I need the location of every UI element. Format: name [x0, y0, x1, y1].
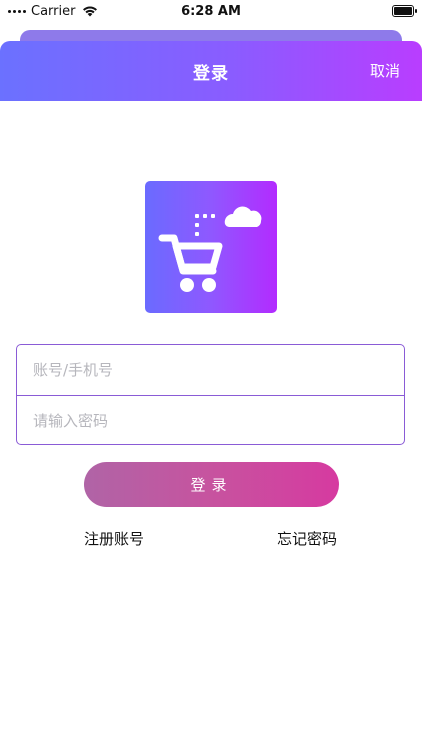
app-logo: [145, 181, 277, 313]
status-right: [392, 5, 422, 17]
login-button[interactable]: 登录: [84, 462, 339, 507]
shopping-cart-cloud-icon: [158, 206, 262, 292]
account-input[interactable]: [17, 345, 404, 395]
battery-icon: [392, 5, 417, 17]
wifi-icon: [83, 6, 98, 17]
signal-icon: [8, 9, 26, 13]
cancel-button[interactable]: 取消: [370, 41, 400, 101]
status-left: Carrier: [0, 4, 98, 19]
carrier-label: Carrier: [31, 3, 76, 19]
forgot-password-link[interactable]: 忘记密码: [277, 528, 337, 549]
login-form: [16, 344, 405, 446]
page-title: 登录: [193, 63, 229, 84]
password-input[interactable]: [17, 396, 404, 446]
status-bar: Carrier 6:28 AM: [0, 0, 422, 22]
register-link[interactable]: 注册账号: [84, 528, 144, 549]
navigation-header: 登录 取消: [0, 41, 422, 101]
